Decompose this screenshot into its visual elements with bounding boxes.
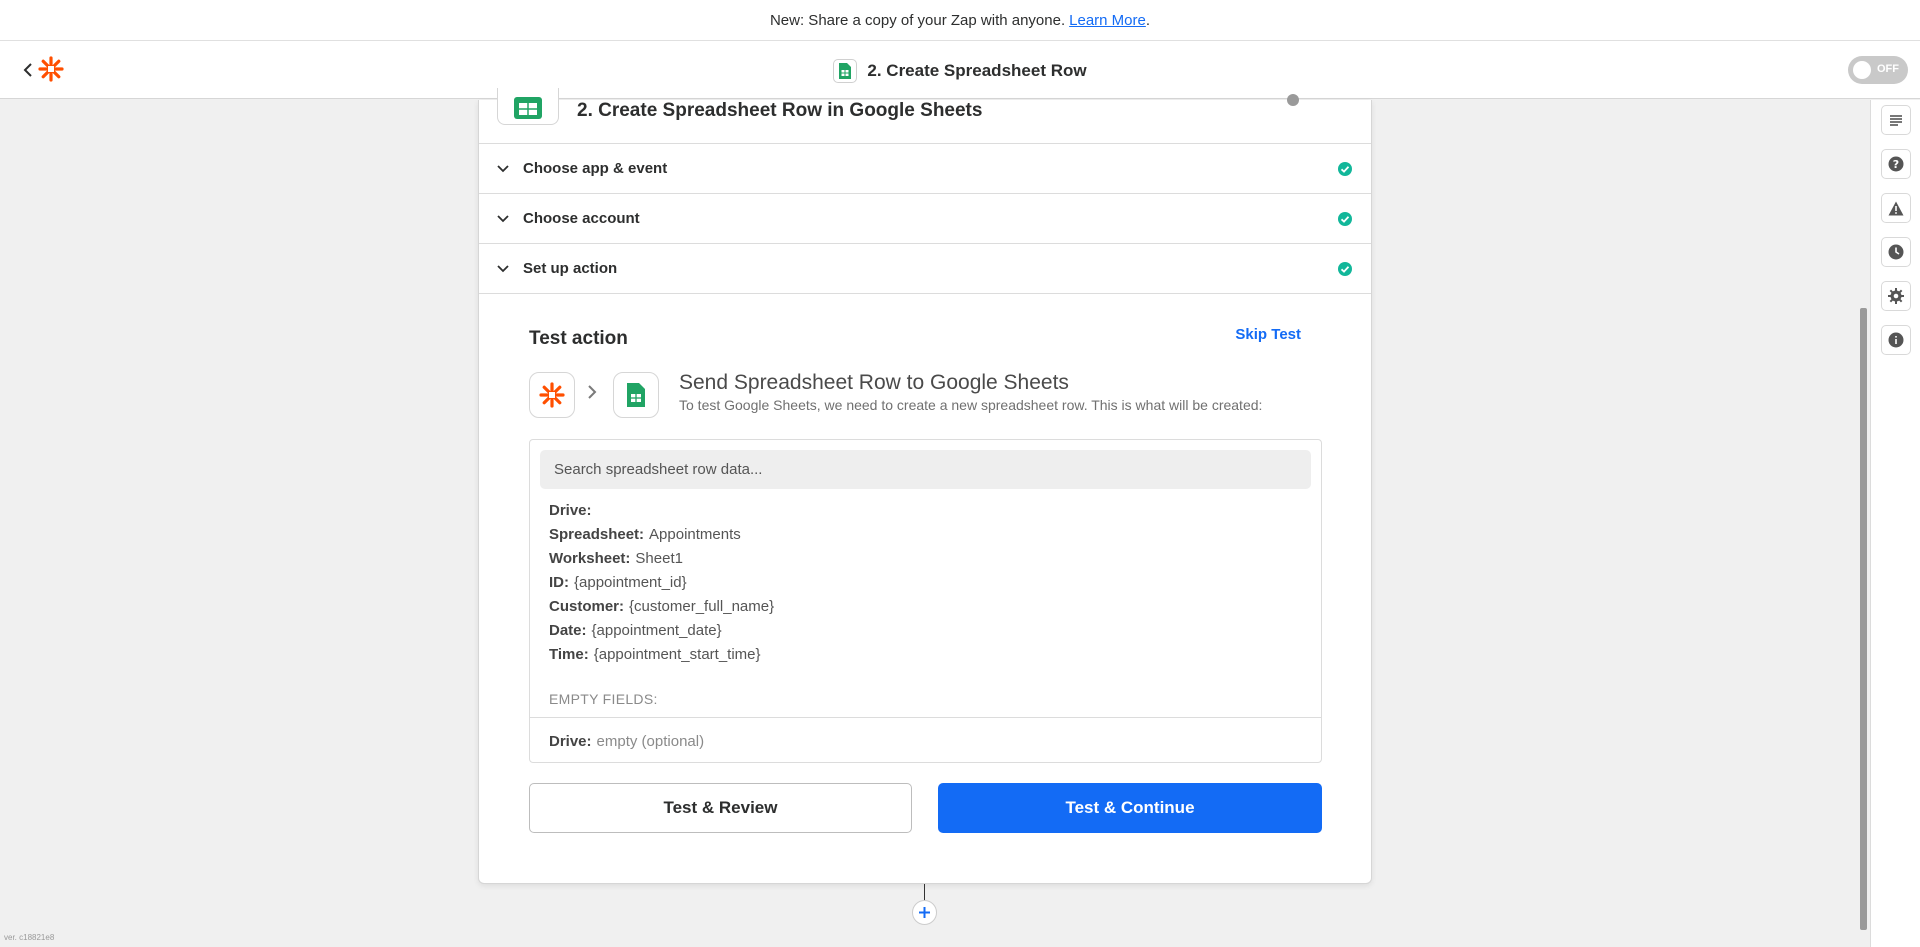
plus-icon xyxy=(919,907,930,918)
data-row: ID: {appointment_id} xyxy=(549,574,687,591)
chevron-down-icon xyxy=(497,265,509,273)
check-circle-icon xyxy=(1338,261,1352,276)
section-label: Choose app & event xyxy=(523,160,668,177)
section-label: Choose account xyxy=(523,210,640,227)
zap-step-title[interactable]: 2. Create Spreadsheet Row xyxy=(867,61,1086,81)
field-value: Appointments xyxy=(649,526,741,543)
data-row: Worksheet: Sheet1 xyxy=(549,550,683,567)
field-key: Time: xyxy=(549,646,589,663)
step-card: 2. Create Spreadsheet Row in Google Shee… xyxy=(478,88,1372,884)
zap-on-off-toggle[interactable]: OFF xyxy=(1848,56,1908,84)
right-sidebar: ? xyxy=(1870,100,1920,947)
add-step-button[interactable] xyxy=(912,900,937,925)
spreadsheet-row-preview: Drive: Spreadsheet:Appointments Workshee… xyxy=(529,439,1322,763)
toggle-label: OFF xyxy=(1877,63,1899,75)
history-icon[interactable] xyxy=(1881,237,1911,267)
scrollbar[interactable] xyxy=(1858,100,1868,930)
editor-topbar: 2. Create Spreadsheet Row OFF xyxy=(0,40,1920,99)
test-action-title: Test action xyxy=(529,328,628,349)
empty-fields-header: EMPTY FIELDS: xyxy=(549,691,658,707)
zapier-app-icon xyxy=(529,372,575,418)
chevron-down-icon xyxy=(497,215,509,223)
data-row: Date: {appointment_date} xyxy=(549,622,722,639)
notes-icon[interactable] xyxy=(1881,105,1911,135)
divider xyxy=(530,717,1321,718)
field-value: {customer_full_name} xyxy=(629,598,775,615)
step-menu-icon[interactable] xyxy=(1287,94,1299,106)
check-circle-icon xyxy=(1338,161,1352,176)
back-button[interactable] xyxy=(18,57,38,83)
data-row: Spreadsheet: Appointments xyxy=(549,526,741,543)
check-circle-icon xyxy=(1338,211,1352,226)
test-and-review-button[interactable]: Test & Review xyxy=(529,783,912,833)
skip-test-button[interactable]: Skip Test xyxy=(1235,326,1301,343)
google-sheets-app-icon xyxy=(613,372,659,418)
settings-icon[interactable] xyxy=(1881,281,1911,311)
field-key: ID: xyxy=(549,574,569,591)
field-key: Drive: xyxy=(549,502,592,519)
field-value: empty (optional) xyxy=(596,733,705,750)
info-icon[interactable] xyxy=(1881,325,1911,355)
field-key: Customer: xyxy=(549,598,625,615)
field-key: Drive: xyxy=(549,733,592,750)
section-choose-app-event[interactable]: Choose app & event xyxy=(479,144,1371,194)
section-label: Set up action xyxy=(523,260,618,277)
field-value: {appointment_start_time} xyxy=(593,646,761,663)
data-row: Customer: {customer_full_name} xyxy=(549,598,774,615)
data-row: Drive: xyxy=(549,502,597,519)
field-value: {appointment_id} xyxy=(574,574,687,591)
field-value: Sheet1 xyxy=(635,550,683,567)
announcement-banner: New: Share a copy of your Zap with anyon… xyxy=(0,0,1920,40)
step-header: 2. Create Spreadsheet Row in Google Shee… xyxy=(479,88,1371,144)
step-title[interactable]: 2. Create Spreadsheet Row in Google Shee… xyxy=(577,100,982,122)
banner-suffix: . xyxy=(1145,11,1151,29)
field-value: {appointment_date} xyxy=(591,622,722,639)
scrollbar-thumb[interactable] xyxy=(1860,308,1867,930)
svg-text:?: ? xyxy=(1893,158,1899,171)
chevron-left-icon xyxy=(23,63,32,77)
learn-more-link[interactable]: Learn More xyxy=(1069,12,1146,29)
chevron-right-icon xyxy=(588,385,597,399)
search-input[interactable] xyxy=(540,450,1311,489)
empty-field-row: Drive: empty (optional) xyxy=(549,733,704,750)
banner-text: New: Share a copy of your Zap with anyon… xyxy=(769,11,1066,29)
version-label: ver. c18821e8 xyxy=(4,933,55,942)
warning-icon[interactable] xyxy=(1881,193,1911,223)
field-key: Worksheet: xyxy=(549,550,631,567)
field-key: Date: xyxy=(549,622,587,639)
help-icon[interactable]: ? xyxy=(1881,149,1911,179)
send-title: Send Spreadsheet Row to Google Sheets xyxy=(679,371,1069,394)
section-set-up-action[interactable]: Set up action xyxy=(479,244,1371,294)
send-description: To test Google Sheets, we need to create… xyxy=(679,397,1263,413)
data-row: Time: {appointment_start_time} xyxy=(549,646,761,663)
test-and-continue-button[interactable]: Test & Continue xyxy=(938,783,1322,833)
google-sheets-icon xyxy=(833,58,858,83)
zapier-logo-icon[interactable] xyxy=(38,56,64,82)
toggle-knob xyxy=(1853,61,1871,79)
chevron-down-icon xyxy=(497,165,509,173)
section-choose-account[interactable]: Choose account xyxy=(479,194,1371,244)
google-sheets-app-icon xyxy=(497,88,559,125)
field-key: Spreadsheet: xyxy=(549,526,645,543)
